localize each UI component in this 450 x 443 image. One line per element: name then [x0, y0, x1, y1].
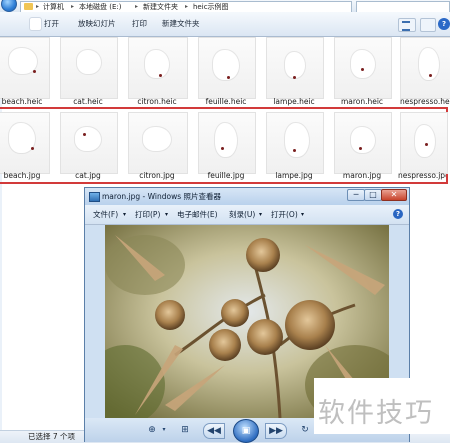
file-thumbnail[interactable]: [60, 37, 118, 99]
next-button[interactable]: ▶▶: [265, 423, 287, 439]
view-icon: [402, 21, 410, 31]
close-button[interactable]: ✕: [381, 189, 407, 201]
chevron-down-icon: ▾: [165, 211, 169, 218]
file-thumbnail[interactable]: [266, 37, 324, 99]
menu-burn[interactable]: 刻录(U): [229, 205, 255, 224]
watermark: 软件技巧: [314, 378, 450, 434]
file-thumbnail[interactable]: [128, 37, 188, 99]
slideshow-button[interactable]: 放映幻灯片: [78, 12, 116, 36]
menu-file[interactable]: 文件(F): [93, 205, 118, 224]
chevron-down-icon[interactable]: ▾: [161, 423, 167, 437]
file-thumbnail[interactable]: [266, 112, 324, 174]
file-name[interactable]: lampe.jpg: [266, 171, 322, 181]
file-name[interactable]: cat.heic: [60, 97, 116, 107]
heic-file-row: beach.heic cat.heic citron.heic feuille.…: [0, 37, 450, 107]
file-name[interactable]: lampe.heic: [266, 97, 322, 107]
file-name[interactable]: cat.jpg: [60, 171, 116, 181]
maximize-icon: □: [369, 190, 377, 199]
title-bar[interactable]: maron.jpg - Windows 照片查看器 ─ □ ✕: [85, 188, 409, 205]
back-button[interactable]: [1, 0, 17, 12]
help-icon[interactable]: ?: [438, 18, 450, 30]
chevron-down-icon: ▾: [123, 211, 127, 218]
chevron-down-icon: ▾: [259, 211, 263, 218]
new-folder-button[interactable]: 新建文件夹: [162, 12, 200, 36]
actual-size-icon[interactable]: ⊞: [177, 423, 193, 437]
file-name[interactable]: feuille.jpg: [198, 171, 254, 181]
file-thumbnail[interactable]: [128, 112, 188, 174]
file-name[interactable]: maron.heic: [334, 97, 390, 107]
watermark-text: 软件技巧: [318, 398, 434, 429]
breadcrumb-drive[interactable]: 本地磁盘 (E:): [79, 2, 121, 12]
menu-open[interactable]: 打开(O): [271, 205, 298, 224]
menu-bar: 文件(F) ▾ 打印(P) ▾ 电子邮件(E) 刻录(U) ▾ 打开(O) ▾ …: [85, 205, 409, 225]
file-name[interactable]: beach.heic: [0, 97, 48, 107]
window-title: maron.jpg - Windows 照片查看器: [102, 192, 221, 201]
file-thumbnail[interactable]: [0, 37, 50, 99]
minimize-icon: ─: [353, 190, 359, 199]
file-thumbnail[interactable]: [198, 112, 256, 174]
chevron-right-icon: ▸: [71, 3, 75, 10]
file-thumbnail[interactable]: [60, 112, 118, 174]
close-icon: ✕: [390, 190, 398, 199]
chevron-down-icon: ▾: [301, 211, 305, 218]
previous-button[interactable]: ◀◀: [203, 423, 225, 439]
print-button[interactable]: 打印: [132, 12, 147, 36]
minimize-button[interactable]: ─: [347, 189, 365, 201]
file-thumbnail[interactable]: [0, 112, 50, 174]
maximize-button[interactable]: □: [364, 189, 382, 201]
command-bar: 打开 放映幻灯片 打印 新建文件夹 ?: [0, 12, 450, 37]
menu-email[interactable]: 电子邮件(E): [177, 205, 218, 224]
file-thumbnail[interactable]: [334, 37, 392, 99]
view-options-button[interactable]: [398, 18, 416, 32]
folder-icon: [24, 3, 33, 10]
open-button[interactable]: 打开: [44, 12, 59, 36]
file-thumbnail[interactable]: [198, 37, 256, 99]
preview-pane-button[interactable]: [420, 18, 436, 32]
chevron-right-icon: ▸: [185, 3, 189, 10]
file-name[interactable]: maron.jpg: [334, 171, 390, 181]
zoom-icon[interactable]: ⊕: [143, 423, 161, 437]
file-name[interactable]: nespresso.jpg: [398, 171, 446, 181]
selection-status: 已选择 7 个项: [28, 432, 76, 441]
chevron-right-icon: ▸: [135, 3, 139, 10]
file-thumbnail[interactable]: [400, 37, 450, 99]
file-name[interactable]: feuille.heic: [198, 97, 254, 107]
file-name[interactable]: nespresso.heic: [400, 97, 450, 107]
photo-app-icon: [30, 18, 41, 30]
menu-print[interactable]: 打印(P): [135, 205, 160, 224]
file-thumbnail[interactable]: [400, 112, 448, 174]
file-thumbnail[interactable]: [334, 112, 392, 174]
rotate-icon[interactable]: ↻: [297, 423, 313, 437]
photo-viewer-icon: [89, 192, 100, 202]
slideshow-button[interactable]: ▣: [233, 419, 259, 443]
file-name[interactable]: beach.jpg: [0, 171, 48, 181]
jpg-file-row-highlight: beach.jpg cat.jpg citron.jpg feuille.jpg…: [0, 107, 448, 184]
help-icon[interactable]: ?: [393, 209, 403, 219]
breadcrumb-current[interactable]: heic示例图: [193, 2, 229, 12]
breadcrumb-folder[interactable]: 新建文件夹: [143, 2, 178, 12]
file-name[interactable]: citron.heic: [128, 97, 186, 107]
breadcrumb-computer[interactable]: 计算机: [43, 2, 64, 12]
file-name[interactable]: citron.jpg: [128, 171, 186, 181]
chevron-right-icon: ▸: [36, 3, 40, 10]
